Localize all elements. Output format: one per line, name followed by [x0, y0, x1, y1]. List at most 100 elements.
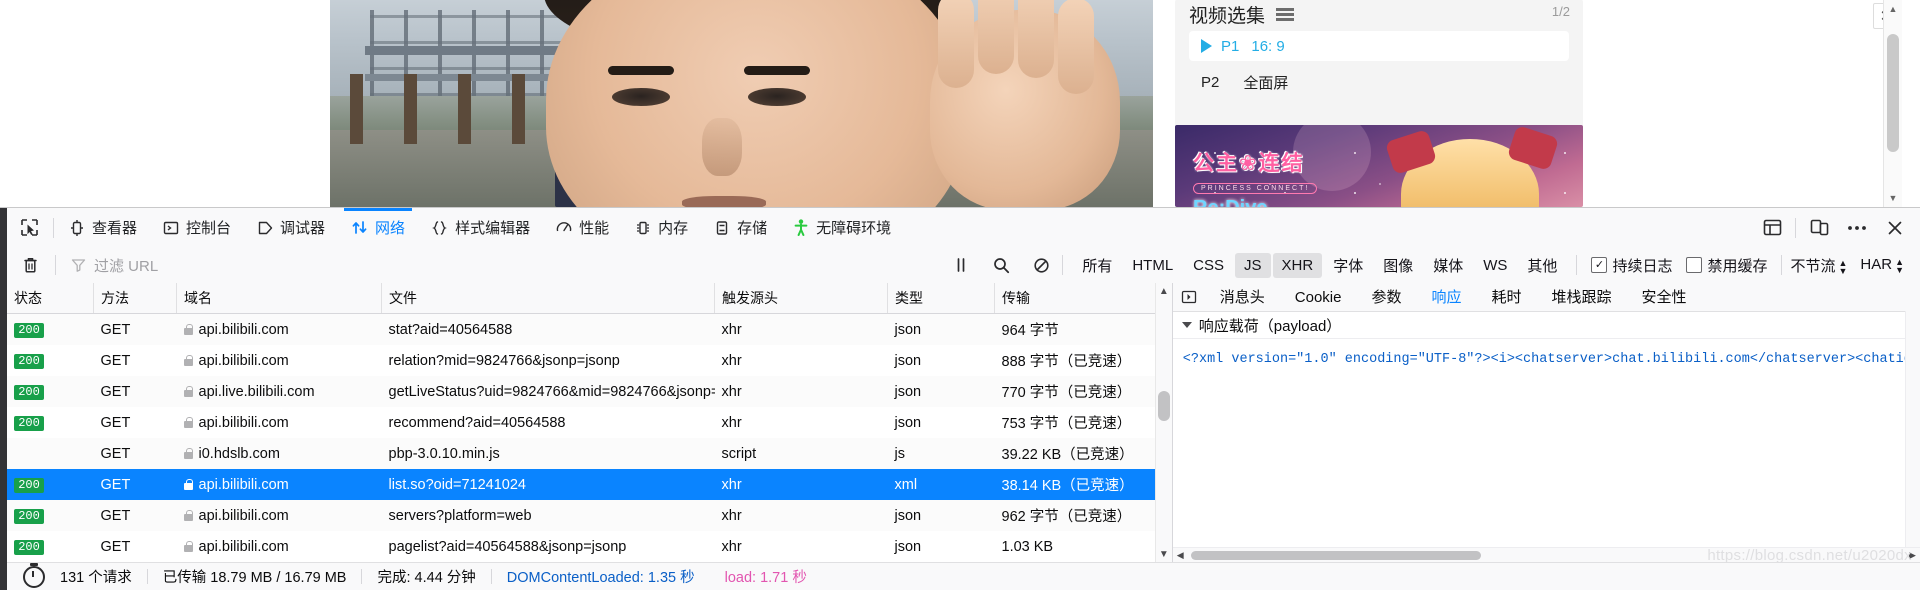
search-input[interactable]: 过滤 URL: [58, 255, 942, 276]
cell-method: GET: [93, 469, 177, 500]
column-header-method[interactable]: 方法: [93, 283, 177, 314]
column-header-initiator[interactable]: 触发源头: [714, 283, 888, 314]
block-icon[interactable]: [1022, 250, 1060, 280]
tab-accessibility[interactable]: 无障碍环境: [780, 208, 904, 247]
scroll-down-icon[interactable]: ▼: [1884, 189, 1902, 207]
har-label: HAR: [1860, 256, 1893, 274]
video-selection-item-p1-label: 16: 9: [1251, 37, 1285, 55]
cell-file: pagelist?aid=40564588&jsonp=jsonp: [381, 531, 715, 562]
tab-memory-label: 内存: [658, 220, 689, 237]
trash-icon[interactable]: [7, 248, 53, 283]
throttling-dropdown[interactable]: 不节流 ▲ ▼: [1790, 255, 1847, 276]
inspector-icon: [69, 219, 85, 236]
detail-hscrollbar-thumb[interactable]: [1190, 551, 1481, 560]
cell-status: [7, 438, 94, 469]
filter-type-css[interactable]: CSS: [1184, 253, 1233, 278]
element-picker-icon[interactable]: [7, 209, 51, 247]
page-scrollbar-thumb[interactable]: [1887, 34, 1899, 152]
tab-network[interactable]: 网络: [338, 208, 418, 247]
finish-time: 完成: 4.44 分钟: [377, 570, 476, 586]
cell-initiator: xhr: [714, 500, 888, 531]
filter-type-html[interactable]: HTML: [1123, 253, 1182, 278]
close-icon[interactable]: [1878, 213, 1912, 243]
filter-type-all[interactable]: 所有: [1073, 251, 1121, 280]
devtools-body: 状态 方法 域名 文件 触发源头 类型 传输 大... 200: [7, 283, 1920, 563]
detail-tab-params[interactable]: 参数: [1356, 284, 1416, 311]
tab-inspector-label: 查看器: [92, 220, 138, 237]
column-header-transfer[interactable]: 传输: [994, 283, 1172, 314]
tab-memory[interactable]: 内存: [622, 208, 701, 247]
search-input-placeholder: 过滤 URL: [94, 257, 159, 275]
pause-icon[interactable]: [942, 250, 980, 280]
accessibility-icon: [793, 219, 809, 236]
more-options-icon[interactable]: [1840, 213, 1874, 243]
table-row[interactable]: 200 GET api.bilibili.com recommend?aid=4…: [7, 407, 1172, 438]
table-row[interactable]: 200 GET api.bilibili.com servers?platfor…: [7, 500, 1172, 531]
cell-domain-text: api.bilibili.com: [198, 352, 289, 369]
filter-type-media[interactable]: 媒体: [1424, 251, 1472, 280]
scroll-up-icon[interactable]: ▲: [1156, 283, 1172, 300]
page-left-blank: [0, 0, 330, 207]
video-selection-item-p1[interactable]: P1 16: 9: [1189, 31, 1569, 61]
detail-tab-security[interactable]: 安全性: [1627, 284, 1702, 311]
filter-type-ws[interactable]: WS: [1474, 253, 1516, 278]
cell-method: GET: [93, 531, 177, 562]
cell-file: relation?mid=9824766&jsonp=jsonp: [381, 345, 715, 376]
request-list-scrollbar-thumb[interactable]: [1157, 391, 1170, 421]
detail-tab-timings[interactable]: 耗时: [1477, 284, 1537, 311]
tab-debugger[interactable]: 调试器: [244, 208, 338, 247]
tab-console[interactable]: 控制台: [150, 208, 244, 247]
table-row[interactable]: 200 GET api.bilibili.com relation?mid=98…: [7, 345, 1172, 376]
tab-storage[interactable]: 存储: [701, 208, 780, 247]
table-row[interactable]: GET i0.hdslb.com pbp-3.0.10.min.js scrip…: [7, 438, 1172, 469]
video-player[interactable]: [330, 0, 1153, 207]
list-icon[interactable]: [1276, 7, 1295, 22]
cell-initiator: script: [714, 438, 888, 469]
column-header-status[interactable]: 状态: [7, 283, 94, 314]
performance-icon: [556, 220, 572, 236]
detail-tab-headers[interactable]: 消息头: [1205, 284, 1280, 311]
page-scrollbar[interactable]: ▲ ▼: [1883, 0, 1902, 207]
filter-type-font[interactable]: 字体: [1324, 251, 1372, 280]
filter-type-js[interactable]: JS: [1235, 252, 1271, 278]
column-header-domain[interactable]: 域名: [176, 283, 382, 314]
response-payload-section-header[interactable]: 响应载荷（payload）: [1172, 312, 1920, 339]
disable-cache-checkbox[interactable]: 禁用缓存: [1686, 255, 1767, 276]
responsive-design-mode-icon[interactable]: [1802, 213, 1836, 243]
column-header-type[interactable]: 类型: [887, 283, 995, 314]
detail-tab-response[interactable]: 响应: [1417, 284, 1477, 311]
tab-inspector[interactable]: 查看器: [56, 208, 150, 247]
detail-vertical-scrollbar[interactable]: [1905, 311, 1920, 548]
column-header-file[interactable]: 文件: [381, 283, 715, 314]
filter-type-image[interactable]: 图像: [1374, 251, 1422, 280]
ad-banner[interactable]: 公主❀连结 PRINCESS CONNECT! Re:Dive: [1175, 125, 1583, 207]
cell-file: servers?platform=web: [381, 500, 715, 531]
video-selection-item-p2[interactable]: P2 全面屏: [1189, 67, 1569, 97]
cell-transfer: 888 字节（已竞速）: [994, 345, 1172, 376]
timer-icon: [23, 562, 45, 588]
har-dropdown[interactable]: HAR ▲ ▼: [1860, 256, 1904, 274]
scroll-down-icon[interactable]: ▼: [1156, 546, 1172, 563]
pin-panel-icon[interactable]: [1173, 284, 1205, 311]
scroll-up-icon[interactable]: ▲: [1884, 0, 1902, 18]
table-row[interactable]: 200 GET api.live.bilibili.com getLiveSta…: [7, 376, 1172, 407]
network-request-list: 状态 方法 域名 文件 触发源头 类型 传输 大... 200: [7, 283, 1172, 563]
dock-layout-icon[interactable]: [1755, 213, 1789, 243]
table-row[interactable]: 200 GET api.bilibili.com list.so?oid=712…: [7, 469, 1172, 500]
persist-logs-checkbox[interactable]: ✓ 持续日志: [1591, 255, 1672, 276]
filter-type-other[interactable]: 其他: [1518, 251, 1566, 280]
table-row[interactable]: 200 GET api.bilibili.com pagelist?aid=40…: [7, 531, 1172, 562]
disable-cache-label: 禁用缓存: [1707, 257, 1768, 275]
cell-domain: api.bilibili.com: [176, 313, 382, 345]
search-icon[interactable]: [982, 250, 1020, 280]
tab-performance[interactable]: 性能: [543, 208, 622, 247]
scroll-left-icon[interactable]: ◀: [1173, 548, 1188, 563]
detail-tab-cookie[interactable]: Cookie: [1280, 284, 1357, 311]
request-list-scrollbar[interactable]: ▲ ▼: [1154, 283, 1172, 563]
tab-style-editor[interactable]: 样式编辑器: [418, 208, 543, 247]
filter-dropdowns: 不节流 ▲ ▼ HAR ▲ ▼: [1784, 255, 1920, 276]
cell-domain: api.live.bilibili.com: [176, 376, 382, 407]
table-row[interactable]: 200 GET api.bilibili.com stat?aid=405645…: [7, 313, 1172, 345]
detail-tab-stacktrace[interactable]: 堆栈跟踪: [1537, 284, 1627, 311]
filter-type-xhr[interactable]: XHR: [1272, 252, 1323, 278]
